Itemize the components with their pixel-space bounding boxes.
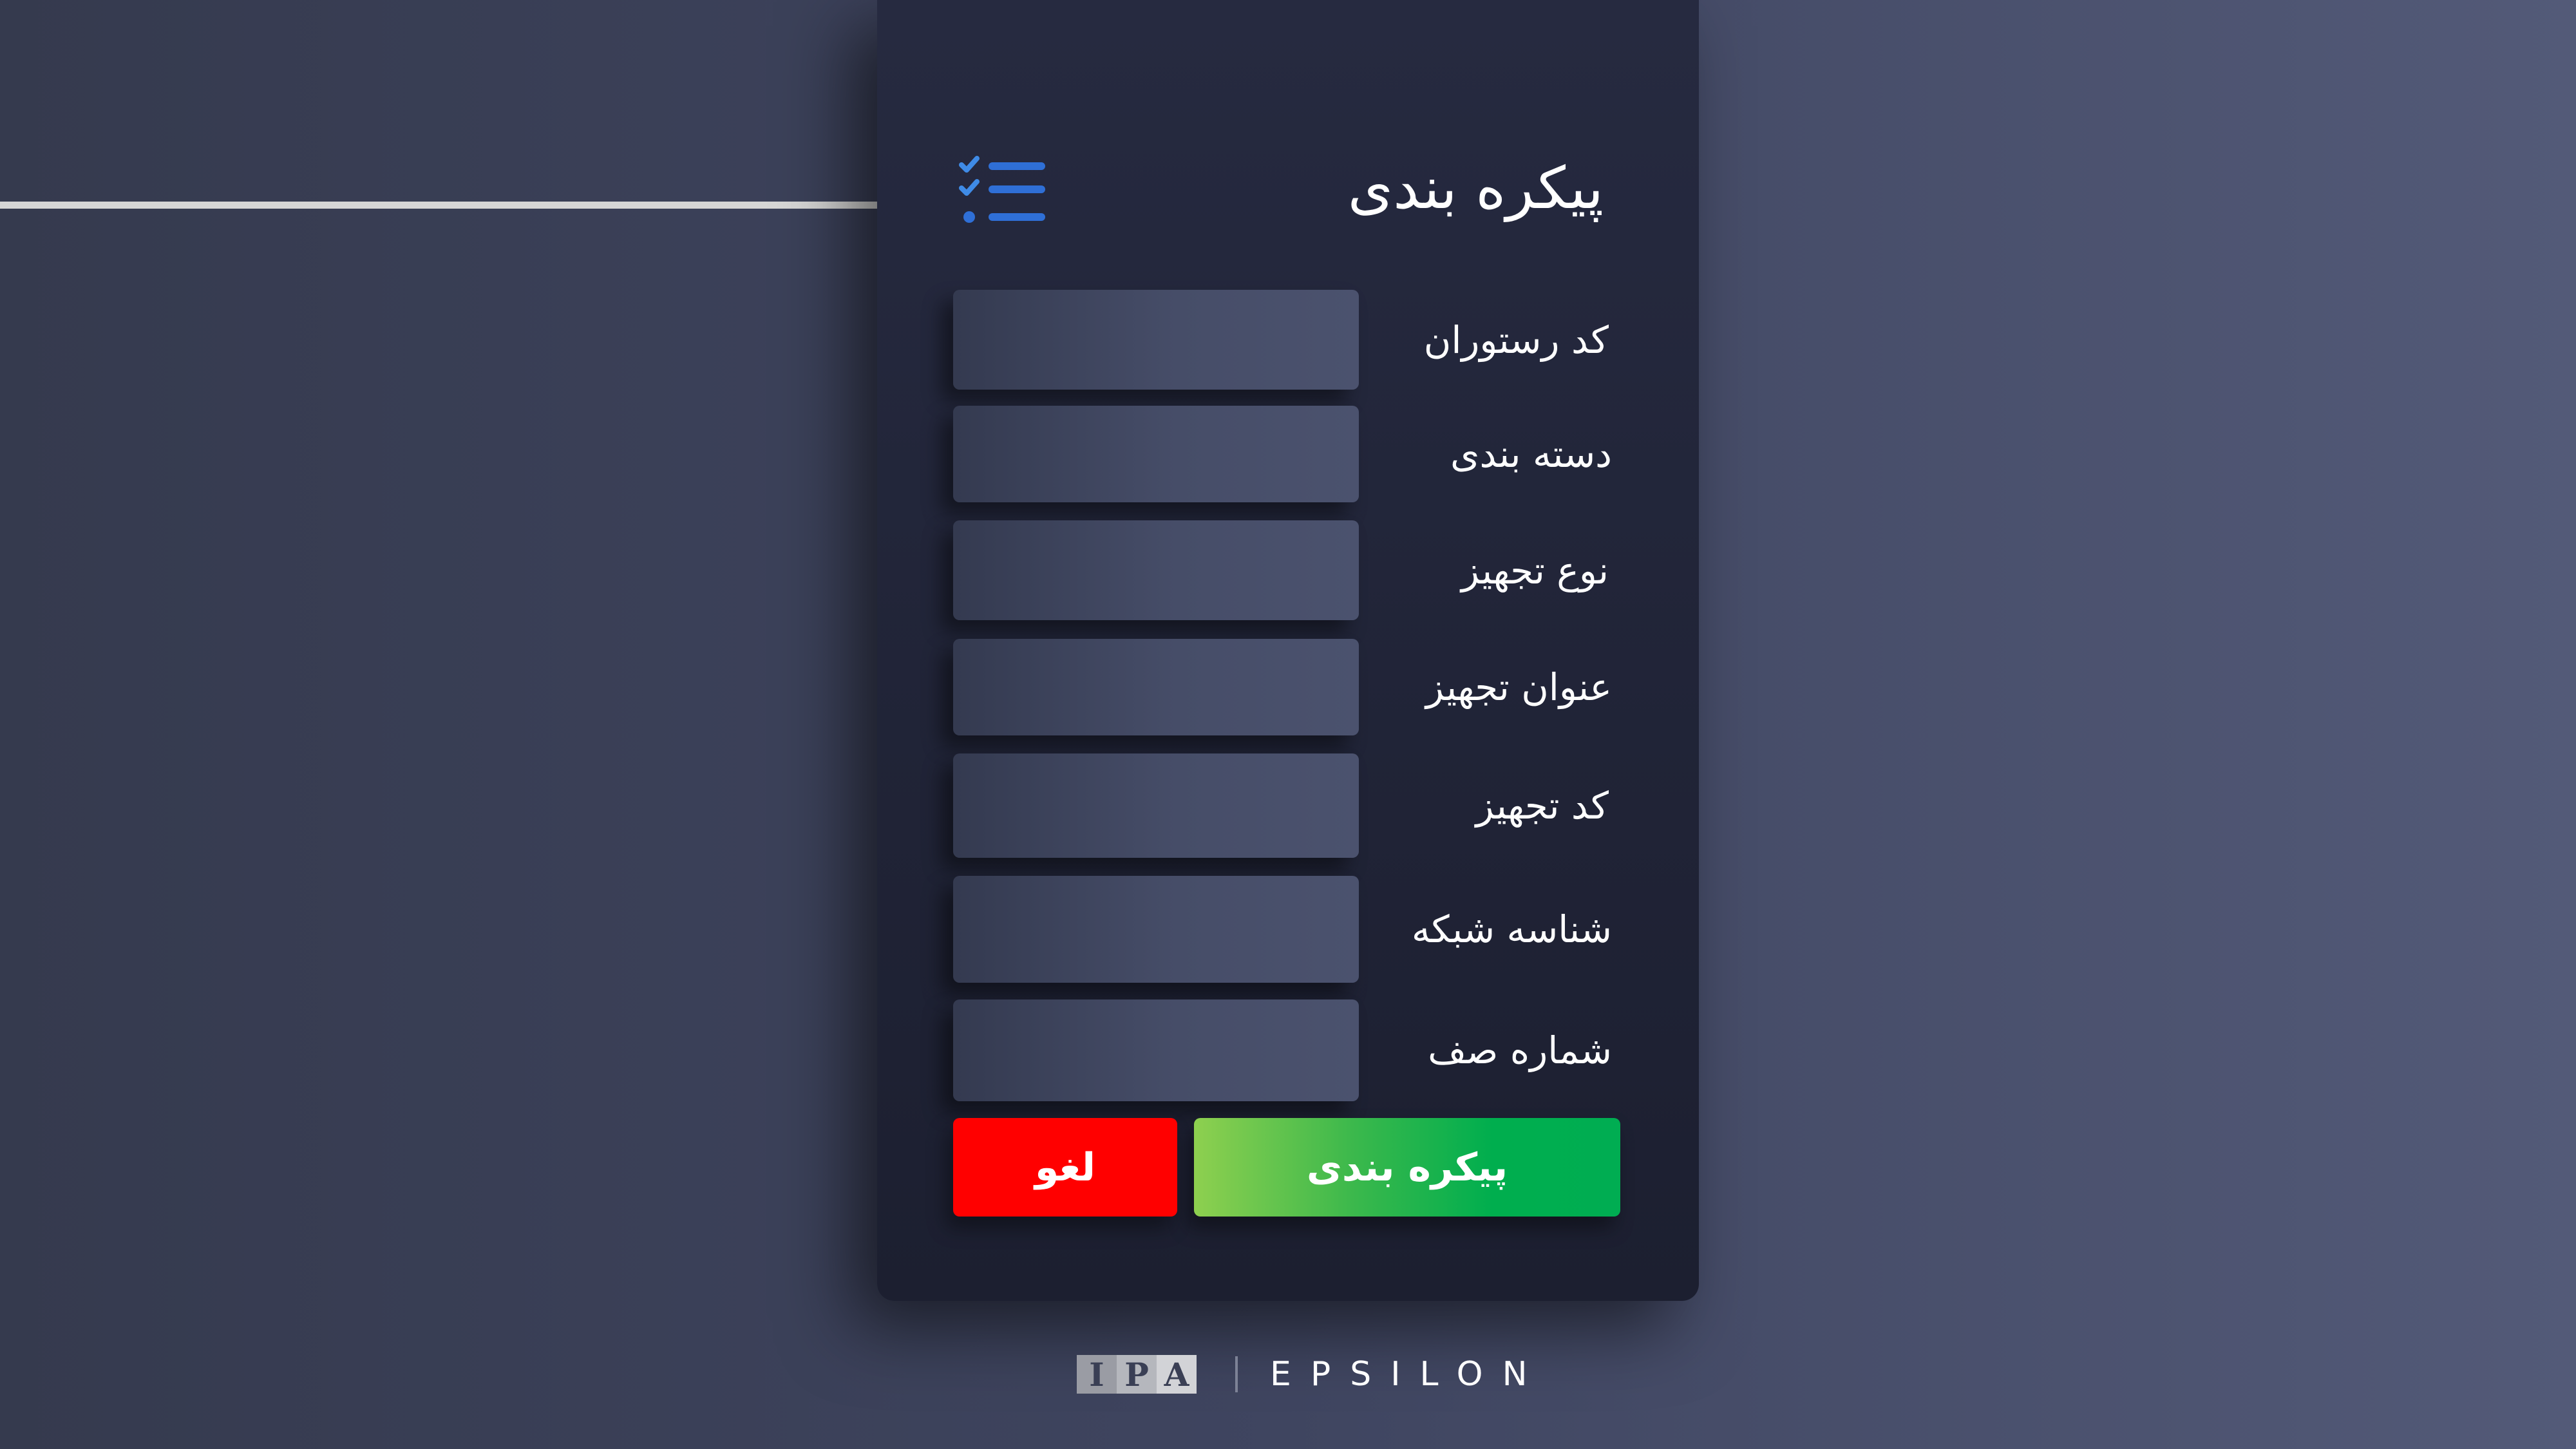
ipa-logo: I P A (1077, 1355, 1197, 1394)
label-network-id: شناسه شبکه (1411, 907, 1612, 951)
equipment-type-input[interactable] (953, 520, 1359, 620)
checklist-icon[interactable] (958, 156, 1048, 233)
queue-number-input[interactable] (953, 999, 1359, 1101)
configure-button-label: پیکره بندی (1306, 1144, 1508, 1190)
brand-name: EPSILON (1270, 1355, 1547, 1394)
footer-divider (1235, 1356, 1238, 1392)
form-row-category: دسته بندی (877, 406, 1699, 502)
label-equipment-title: عنوان تجهیز (1425, 665, 1612, 709)
label-equipment-code: کد تجهیز (1475, 784, 1609, 828)
decorative-line (0, 202, 882, 209)
page-title: پیکره بندی (1347, 155, 1604, 222)
network-id-input[interactable] (953, 876, 1359, 983)
label-queue-number: شماره صف (1428, 1028, 1612, 1072)
footer-branding: I P A EPSILON (1077, 1355, 1547, 1394)
category-input[interactable] (953, 406, 1359, 502)
cancel-button-label: لغو (1035, 1144, 1096, 1190)
equipment-title-input[interactable] (953, 639, 1359, 735)
equipment-code-input[interactable] (953, 753, 1359, 858)
logo-letter: I (1077, 1355, 1117, 1394)
label-equipment-type: نوع تجهیز (1461, 548, 1609, 592)
form-row-equipment-title: عنوان تجهیز (877, 639, 1699, 735)
form-row-restaurant-code: کد رستوران (877, 290, 1699, 390)
configure-button[interactable]: پیکره بندی (1194, 1118, 1620, 1217)
logo-letter: P (1117, 1355, 1157, 1394)
panel-header: پیکره بندی (877, 148, 1699, 251)
form-row-network-id: شناسه شبکه (877, 876, 1699, 983)
label-category: دسته بندی (1450, 432, 1612, 476)
restaurant-code-input[interactable] (953, 290, 1359, 390)
form-row-equipment-code: کد تجهیز (877, 753, 1699, 858)
form-row-queue-number: شماره صف (877, 999, 1699, 1101)
configuration-panel: پیکره بندی کد رستوران دسته بندی نوع تجهی… (877, 0, 1699, 1301)
logo-letter: A (1157, 1355, 1197, 1394)
cancel-button[interactable]: لغو (953, 1118, 1177, 1217)
form-row-equipment-type: نوع تجهیز (877, 520, 1699, 620)
label-restaurant-code: کد رستوران (1423, 317, 1609, 362)
